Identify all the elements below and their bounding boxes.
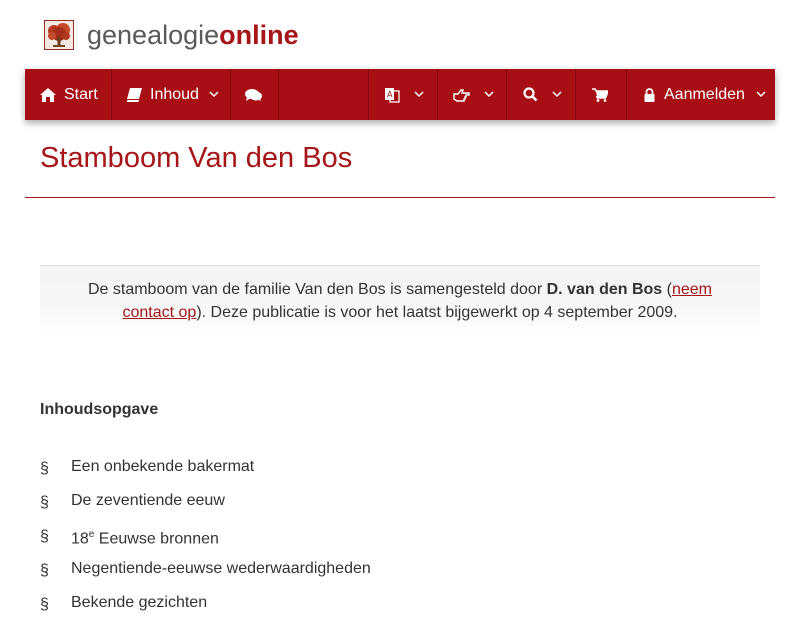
site-logo[interactable]: genealogieonline [44, 18, 299, 52]
nav-search[interactable] [523, 69, 562, 120]
section-bullet: § [40, 528, 49, 545]
chevron-down-icon [756, 91, 766, 98]
chevron-down-icon [414, 91, 424, 98]
toc-item-label: Bekende gezichten [71, 594, 208, 611]
intro-text-updated: ). Deze publicatie is voor het laatst bi… [196, 304, 678, 321]
toc-item[interactable]: § Bekende gezichten [40, 592, 760, 626]
toc-item-label: De zeventiende eeuw [71, 492, 225, 509]
nav-cart[interactable] [592, 69, 608, 120]
search-icon [523, 87, 538, 102]
contact-link[interactable]: contact op [123, 304, 197, 321]
toc-item[interactable]: § De zeventiende eeuw [40, 490, 760, 524]
nav-divider [278, 69, 279, 120]
nav-divider [230, 69, 231, 120]
nav-start-label: Start [64, 85, 98, 103]
toc-item[interactable]: § Een onbekende bakermat [40, 456, 760, 490]
section-bullet: § [40, 562, 49, 579]
chevron-down-icon [209, 91, 219, 98]
toc-item[interactable]: § 18e Eeuwse bronnen [40, 524, 760, 558]
comments-icon [245, 88, 262, 102]
nav-divider [626, 69, 627, 120]
page-title: Stamboom Van den Bos [40, 142, 353, 174]
chevron-down-icon [552, 91, 562, 98]
nav-share[interactable] [453, 69, 494, 120]
tree-logo-icon [44, 20, 74, 50]
svg-text:A: A [387, 90, 393, 99]
nav-divider [437, 69, 438, 120]
nav-start[interactable]: Start [40, 69, 98, 120]
toc-item-label: 18e Eeuwse bronnen [71, 529, 219, 548]
nav-login[interactable]: Aanmelden [644, 69, 766, 120]
book-icon [127, 87, 142, 102]
author-name: D. van den Bos [546, 281, 663, 298]
nav-inhoud[interactable]: Inhoud [127, 69, 219, 120]
nav-divider [368, 69, 369, 120]
publication-info: De stamboom van de familie Van den Bos i… [40, 265, 760, 333]
nav-divider [506, 69, 507, 120]
lock-icon [644, 87, 655, 102]
site-name: genealogieonline [87, 20, 299, 50]
toc-item-label: Negentiende-eeuwse wederwaardigheden [71, 560, 371, 577]
toc-heading: Inhoudsopgave [40, 401, 159, 418]
nav-divider [575, 69, 576, 120]
intro-text: De stamboom van de familie Van den Bos i… [87, 281, 547, 298]
paren-open: ( [662, 281, 672, 298]
section-bullet: § [40, 494, 49, 511]
main-navbar: Start Inhoud A Aanmelden [25, 69, 775, 120]
toc-item[interactable]: § Negentiende-eeuwse wederwaardigheden [40, 558, 760, 592]
nav-inhoud-label: Inhoud [150, 85, 199, 103]
nav-login-label: Aanmelden [664, 85, 745, 103]
cart-icon [592, 87, 608, 102]
toc-item-label: Een onbekende bakermat [71, 458, 255, 475]
language-icon: A [384, 87, 400, 103]
nav-forum[interactable] [245, 69, 262, 120]
title-divider [25, 197, 775, 198]
chevron-down-icon [484, 91, 494, 98]
toc-list: § Een onbekende bakermat § De zeventiend… [40, 456, 760, 626]
section-bullet: § [40, 596, 49, 613]
nav-language[interactable]: A [384, 69, 424, 120]
home-icon [40, 87, 56, 102]
contact-link[interactable]: neem [672, 281, 712, 298]
nav-divider [111, 69, 112, 120]
section-bullet: § [40, 460, 49, 477]
pointing-hand-icon [453, 88, 470, 102]
